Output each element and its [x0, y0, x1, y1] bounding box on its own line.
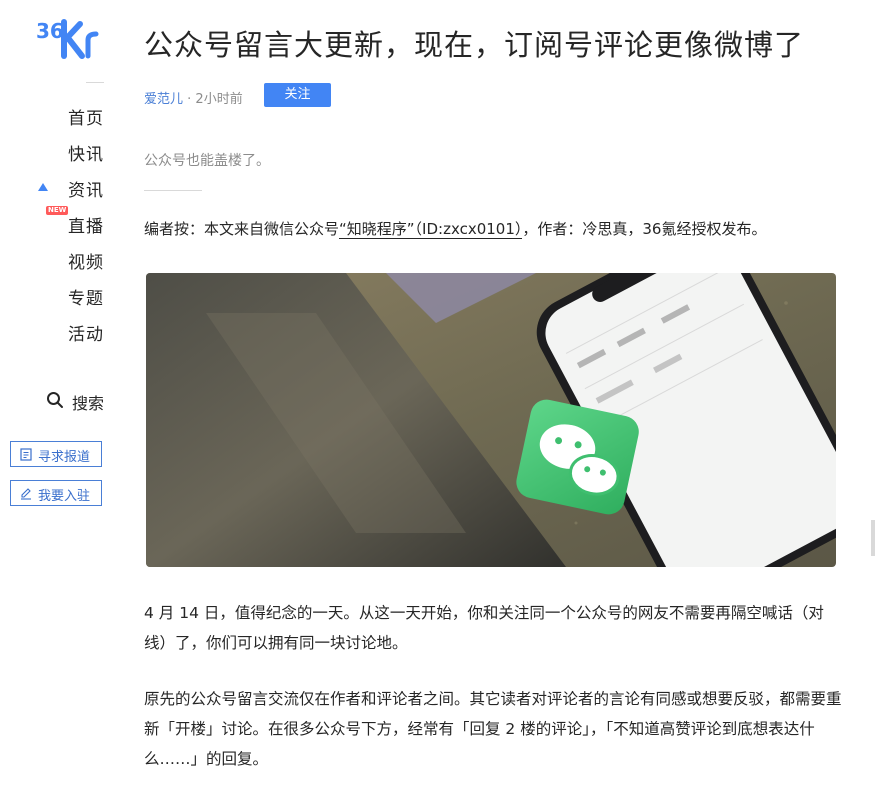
seek-report-label: 寻求报道 [38, 450, 91, 465]
nav-item-label[interactable]: 视频 [68, 248, 104, 273]
main-nav: 首页 快讯 资讯 NEW 直播 视频 专题 活动 [0, 100, 120, 352]
search-label: 搜索 [72, 394, 105, 413]
seek-report-button[interactable]: 寻求报道 [10, 441, 102, 467]
article-summary: 公众号也能盖楼了。 [144, 153, 270, 169]
article-meta: 爱范儿 · 2小时前 [144, 88, 243, 107]
svg-text:36: 36 [36, 19, 64, 43]
follow-button[interactable]: 关注 [264, 83, 331, 107]
logo-divider [86, 82, 104, 83]
nav-item-live[interactable]: NEW 直播 [0, 206, 120, 244]
article-paragraph: 4 月 14 日，值得纪念的一天。从这一天开始，你和关注同一个公众号的网友不需要… [144, 604, 824, 652]
nav-item-news[interactable]: 资讯 [0, 172, 120, 208]
nav-item-topics[interactable]: 专题 [0, 280, 120, 316]
edit-icon [21, 488, 31, 500]
new-badge: NEW [46, 206, 69, 215]
publish-time: · 2小时前 [187, 92, 243, 107]
author-link[interactable]: 爱范儿 [144, 92, 183, 107]
nav-item-label[interactable]: 专题 [68, 284, 104, 309]
nav-item-label[interactable]: 直播 [68, 212, 104, 237]
join-label: 我要入驻 [38, 489, 91, 504]
active-triangle-icon [38, 183, 48, 191]
nav-item-label[interactable]: 资讯 [68, 176, 104, 201]
article-paragraph: 原先的公众号留言交流仅在作者和评论者之间。其它读者对评论者的言论有同感或想要反驳… [144, 690, 842, 768]
search-icon [47, 392, 63, 408]
nav-item-home[interactable]: 首页 [0, 100, 120, 136]
summary-divider [144, 190, 202, 191]
editor-note-suffix: ，作者：冷思真，36氪经授权发布。 [522, 220, 767, 238]
sidebar: 36 首页 快讯 资讯 NEW 直播 视频 专题 活动 搜索 寻求报道 我要入驻 [0, 0, 120, 787]
scrollbar-thumb[interactable] [871, 520, 875, 556]
nav-item-newsflash[interactable]: 快讯 [0, 136, 120, 172]
join-button[interactable]: 我要入驻 [10, 480, 102, 506]
source-link[interactable]: “知晓程序”（ID:zxcx0101） [339, 220, 523, 239]
editor-note: 编者按：本文来自微信公众号“知晓程序”（ID:zxcx0101），作者：冷思真，… [144, 218, 766, 239]
nav-item-video[interactable]: 视频 [0, 244, 120, 280]
search-button[interactable]: 搜索 [46, 389, 108, 413]
hero-image [146, 273, 836, 567]
nav-item-label[interactable]: 活动 [68, 320, 104, 345]
document-icon [20, 448, 32, 461]
36kr-logo[interactable]: 36 [36, 18, 104, 62]
editor-note-prefix: 编者按：本文来自微信公众号 [144, 220, 340, 238]
article-title: 公众号留言大更新，现在，订阅号评论更像微博了 [144, 28, 805, 62]
nav-item-events[interactable]: 活动 [0, 316, 120, 352]
nav-item-label[interactable]: 首页 [68, 104, 104, 129]
nav-item-label[interactable]: 快讯 [68, 140, 104, 165]
